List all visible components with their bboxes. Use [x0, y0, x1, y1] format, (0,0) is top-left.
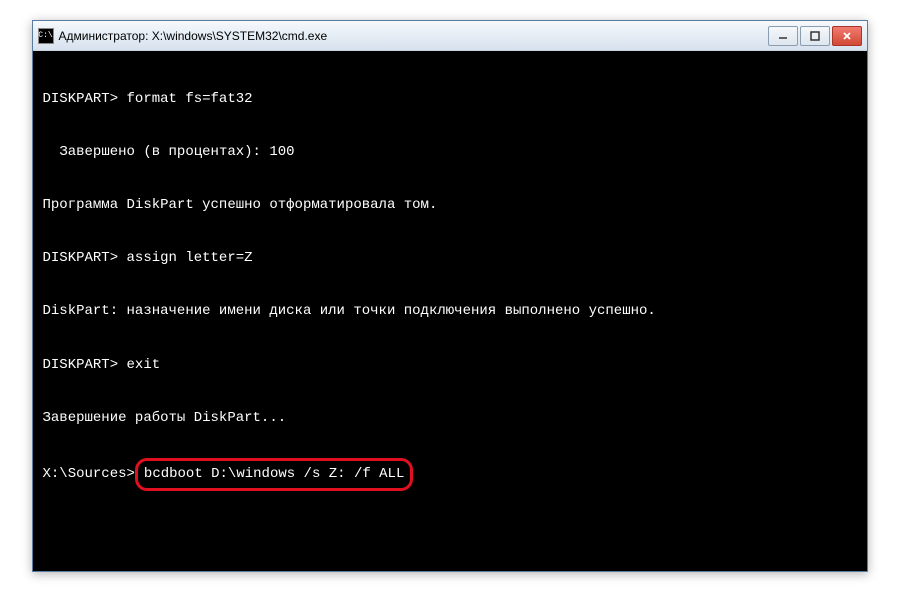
terminal-output[interactable]: DISKPART> format fs=fat32 Завершено (в п… — [33, 51, 867, 571]
app-icon-text: C:\ — [38, 31, 52, 40]
titlebar[interactable]: C:\ Администратор: X:\windows\SYSTEM32\c… — [33, 21, 867, 51]
highlighted-command: bcdboot D:\windows /s Z: /f ALL — [135, 458, 413, 491]
line-format: DISKPART> format fs=fat32 — [43, 86, 857, 113]
maximize-button[interactable] — [800, 26, 830, 46]
window-controls — [766, 26, 862, 46]
diskpart-prompt: DISKPART> — [43, 357, 127, 373]
window-title: Администратор: X:\windows\SYSTEM32\cmd.e… — [59, 29, 766, 43]
exit-command: exit — [127, 357, 161, 373]
diskpart-prompt: DISKPART> — [43, 250, 127, 266]
line-exit-msg: Завершение работы DiskPart... — [43, 405, 857, 432]
cmd-window: C:\ Администратор: X:\windows\SYSTEM32\c… — [32, 20, 868, 572]
assign-command: assign letter=Z — [127, 250, 253, 266]
maximize-icon — [810, 31, 820, 41]
line-format-success: Программа DiskPart успешно отформатирова… — [43, 192, 857, 219]
sources-prompt: X:\Sources> — [43, 461, 135, 488]
close-button[interactable] — [832, 26, 862, 46]
line-assign: DISKPART> assign letter=Z — [43, 245, 857, 272]
line-bcdboot: X:\Sources> bcdboot D:\windows /s Z: /f A… — [43, 458, 857, 491]
line-assign-success: DiskPart: назначение имени диска или точ… — [43, 298, 857, 325]
minimize-button[interactable] — [768, 26, 798, 46]
line-exit: DISKPART> exit — [43, 352, 857, 379]
close-icon — [842, 31, 852, 41]
format-command: format fs=fat32 — [127, 91, 253, 107]
app-icon: C:\ — [38, 28, 54, 44]
minimize-icon — [778, 31, 788, 41]
diskpart-prompt: DISKPART> — [43, 91, 127, 107]
line-progress: Завершено (в процентах): 100 — [43, 139, 857, 166]
bcdboot-command: bcdboot D:\windows /s Z: /f ALL — [144, 466, 404, 482]
